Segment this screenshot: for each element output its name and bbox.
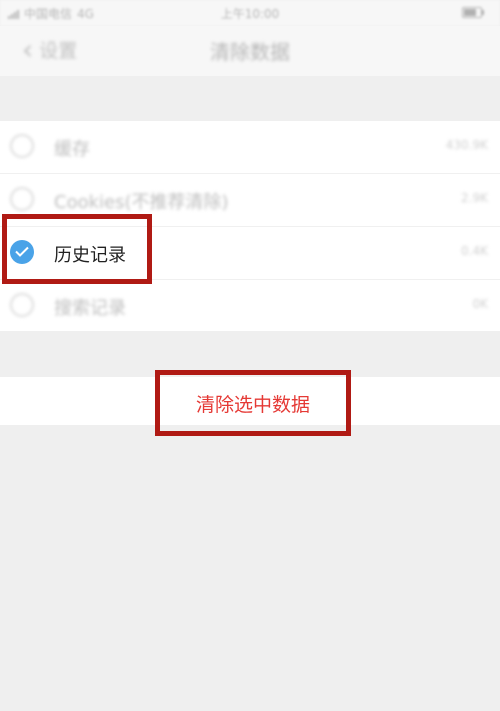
checkbox-icon[interactable]: [10, 293, 34, 317]
battery-icon: [462, 7, 484, 18]
status-time: 上午10:00: [220, 7, 280, 21]
option-row-history[interactable]: 历史记录 0.4K: [0, 227, 500, 280]
option-row-search[interactable]: 搜索记录 0K: [0, 280, 500, 332]
checkbox-icon[interactable]: [10, 134, 34, 158]
nav-bar: ‹ 设置 清除数据: [0, 26, 500, 76]
option-size: 2.9K: [461, 191, 488, 205]
option-label: 搜索记录: [54, 298, 126, 319]
option-label: Cookies(不推荐清除): [54, 192, 229, 213]
checkbox-icon[interactable]: [10, 187, 34, 211]
option-size: 0K: [472, 297, 488, 311]
option-size: 430.9K: [445, 138, 488, 152]
option-size: 0.4K: [461, 244, 488, 258]
clear-options-list: 缓存 430.9K Cookies(不推荐清除) 2.9K 历史记录 0.4K …: [0, 121, 500, 331]
option-row-cookies[interactable]: Cookies(不推荐清除) 2.9K: [0, 174, 500, 227]
option-row-cache[interactable]: 缓存 430.9K: [0, 121, 500, 174]
checkmark-icon[interactable]: [10, 240, 34, 264]
clear-selected-button[interactable]: 清除选中数据: [155, 370, 351, 436]
status-bar: 中国电信 4G 上午10:00: [0, 0, 500, 26]
page-title: 清除数据: [210, 40, 290, 64]
option-label: 缓存: [54, 139, 90, 160]
option-label: 历史记录: [54, 245, 126, 266]
